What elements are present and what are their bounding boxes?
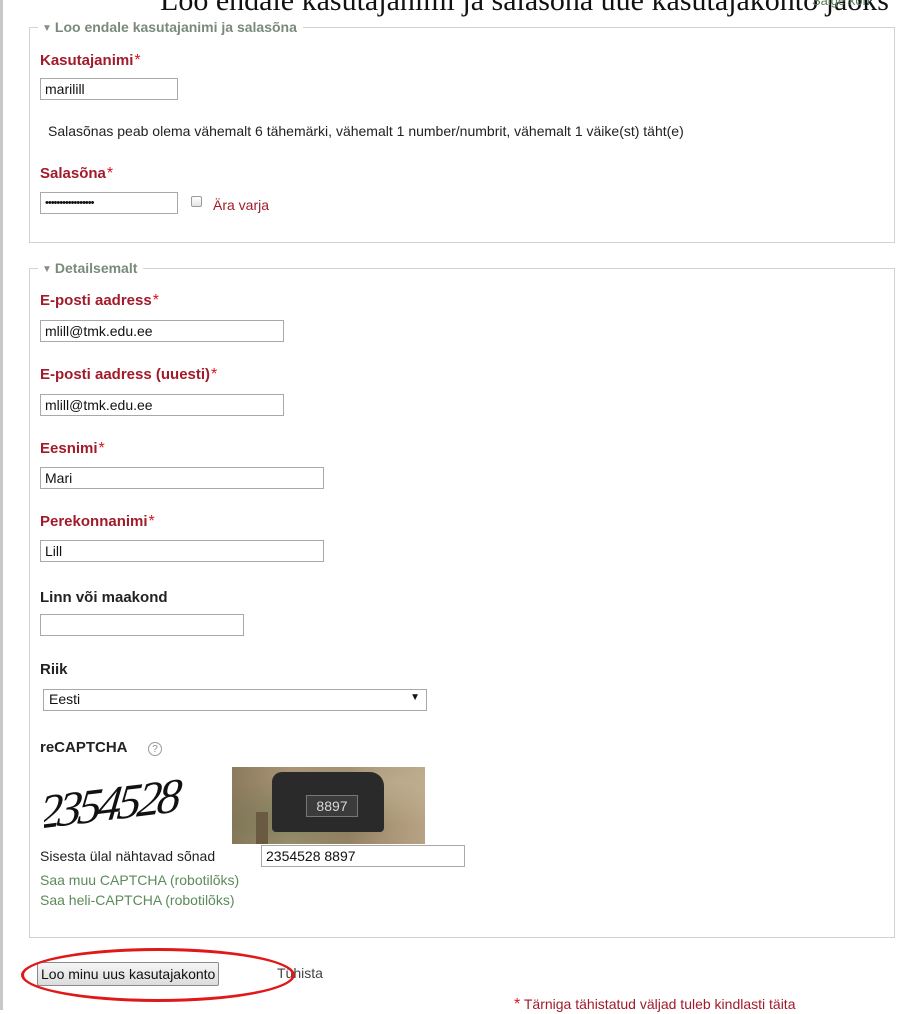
required-star-icon: * <box>106 165 114 182</box>
required-star-icon: * <box>152 292 159 309</box>
required-star-icon: * <box>98 440 105 457</box>
captcha-input[interactable]: 2354528 8897 <box>261 845 465 867</box>
password-input[interactable]: ••••••••••••••••• <box>40 192 178 214</box>
help-icon[interactable]: ? <box>148 742 162 756</box>
username-label: Kasutajanimi* <box>40 52 141 69</box>
unmask-checkbox[interactable] <box>191 196 202 207</box>
country-select-value: Eesti <box>49 691 81 707</box>
firstname-input[interactable]: Mari <box>40 467 324 489</box>
city-label: Linn või maakond <box>40 589 168 606</box>
lastname-input[interactable]: Lill <box>40 540 324 562</box>
page-title-clipped: Loo endale kasutajanimi ja salasõna uue … <box>160 0 889 17</box>
lastname-label: Perekonnanimi* <box>40 513 155 530</box>
city-input[interactable] <box>40 614 244 636</box>
mailbox-number: 8897 <box>306 795 358 817</box>
country-label: Riik <box>40 661 68 678</box>
required-star-icon: * <box>211 366 218 383</box>
recaptcha-label: reCAPTCHA <box>40 739 128 756</box>
email-again-input[interactable]: mlill@tmk.edu.ee <box>40 394 284 416</box>
unmask-label[interactable]: Ära varja <box>213 197 269 213</box>
left-border <box>0 0 3 1010</box>
required-star-icon: * <box>134 52 141 69</box>
captcha-photo: 8897 <box>232 767 425 844</box>
captcha-audio-link[interactable]: Saa heli-CAPTCHA (robotilõks) <box>40 892 235 908</box>
email-label: E-posti aadress* <box>40 292 159 309</box>
captcha-word: 2354528 <box>44 768 185 828</box>
highlight-ellipse-annotation <box>21 948 295 1002</box>
password-label: Salasõna* <box>40 165 114 182</box>
required-star-icon: * <box>514 996 521 1013</box>
captcha-input-label: Sisesta ülal nähtavad sõnad <box>40 848 216 864</box>
clipped-link[interactable]: Salge kon <box>812 0 870 8</box>
email-input[interactable]: mlill@tmk.edu.ee <box>40 320 284 342</box>
captcha-text-image: 2354528 <box>35 768 214 840</box>
email-again-label: E-posti aadress (uuesti)* <box>40 366 218 383</box>
required-fields-note: * Tärniga tähistatud väljad tuleb kindla… <box>514 996 796 1013</box>
collapse-triangle-icon: ▼ <box>42 264 52 275</box>
firstname-label: Eesnimi* <box>40 440 105 457</box>
collapse-triangle-icon: ▼ <box>42 23 52 34</box>
dropdown-arrow-icon: ▼ <box>410 692 420 703</box>
required-star-icon: * <box>148 513 155 530</box>
password-hint: Salasõnas peab olema vähemalt 6 tähemärk… <box>48 123 684 139</box>
captcha-other-link[interactable]: Saa muu CAPTCHA (robotilõks) <box>40 872 239 888</box>
mailbox-post <box>256 812 268 844</box>
details-legend[interactable]: ▼ Detailsemalt <box>38 260 144 279</box>
login-legend[interactable]: ▼ Loo endale kasutajanimi ja salasõna <box>38 19 303 38</box>
country-select[interactable]: Eesti ▼ <box>43 689 427 711</box>
username-input[interactable]: marilill <box>40 78 178 100</box>
